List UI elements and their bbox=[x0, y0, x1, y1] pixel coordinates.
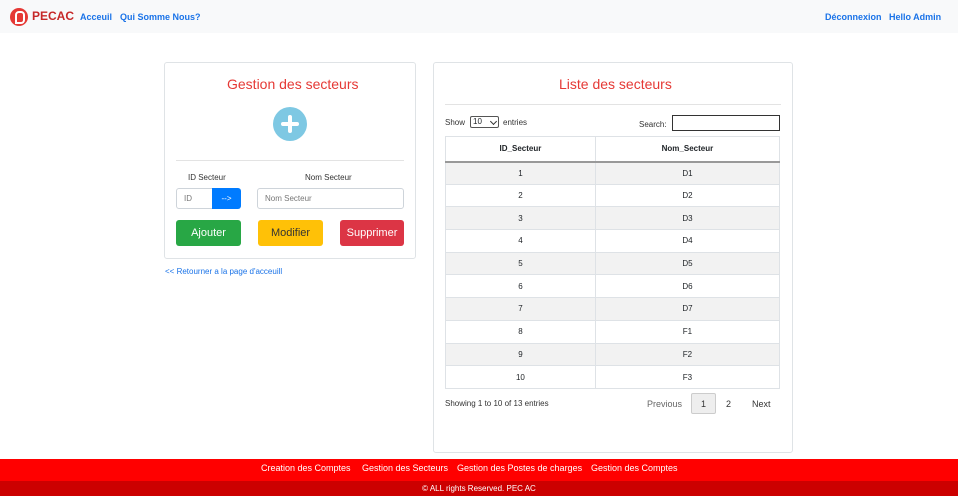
nom-secteur-label: Nom Secteur bbox=[305, 173, 352, 182]
cell-id: 8 bbox=[445, 319, 596, 343]
search-label: Search: bbox=[639, 120, 667, 129]
cell-name: D6 bbox=[594, 274, 781, 298]
cell-name: D5 bbox=[594, 251, 781, 275]
cell-id: 2 bbox=[445, 183, 596, 207]
entries-select-value: 10 bbox=[473, 117, 482, 126]
cell-id: 9 bbox=[445, 342, 596, 366]
footer: Creation des Comptes Gestion des Secteur… bbox=[0, 459, 958, 496]
delete-button[interactable]: Supprimer bbox=[340, 220, 404, 246]
cell-name: D4 bbox=[594, 229, 781, 253]
cell-name: D2 bbox=[594, 183, 781, 207]
cell-name: F2 bbox=[594, 342, 781, 366]
id-lookup-button[interactable]: --> bbox=[212, 188, 241, 209]
list-divider bbox=[445, 104, 781, 105]
footer-link-gestion-secteurs[interactable]: Gestion des Secteurs bbox=[362, 463, 448, 473]
nom-secteur-input[interactable]: Nom Secteur bbox=[257, 188, 404, 209]
cell-id: 4 bbox=[445, 229, 596, 253]
cell-name: F1 bbox=[594, 319, 781, 343]
form-card-title: Gestion des secteurs bbox=[227, 76, 359, 92]
logout-link[interactable]: Déconnexion bbox=[825, 12, 882, 22]
table-row[interactable]: 3 D3 bbox=[445, 206, 781, 230]
logo-icon bbox=[10, 8, 28, 26]
table-row[interactable]: 10 F3 bbox=[445, 365, 781, 389]
cell-id: 1 bbox=[445, 161, 596, 185]
cell-id: 3 bbox=[445, 206, 596, 230]
table-row[interactable]: 4 D4 bbox=[445, 229, 781, 253]
id-secteur-input[interactable]: ID bbox=[176, 188, 214, 209]
form-divider bbox=[176, 160, 404, 161]
plus-circle-icon[interactable] bbox=[273, 107, 307, 141]
user-greeting[interactable]: Hello Admin bbox=[889, 12, 941, 22]
brand-name[interactable]: PECAC bbox=[32, 9, 74, 23]
table-row[interactable]: 6 D6 bbox=[445, 274, 781, 298]
cell-id: 5 bbox=[445, 251, 596, 275]
table-row[interactable]: 9 F2 bbox=[445, 342, 781, 366]
cell-id: 6 bbox=[445, 274, 596, 298]
pagination-previous[interactable]: Previous bbox=[647, 399, 682, 409]
sectors-table: ID_Secteur Nom_Secteur 1 D1 2 D2 3 D3 4 D4 5… bbox=[445, 136, 781, 389]
table-row[interactable]: 1 D1 bbox=[445, 161, 781, 185]
table-row[interactable]: 2 D2 bbox=[445, 183, 781, 207]
back-to-home-link[interactable]: << Retourner a la page d'acceuill bbox=[165, 267, 282, 276]
cell-id: 7 bbox=[445, 297, 596, 321]
footer-links-bar: Creation des Comptes Gestion des Secteur… bbox=[0, 459, 958, 481]
entries-select[interactable]: 10 bbox=[470, 116, 499, 128]
copyright-text: © ALL rights Reserved. PEC AC bbox=[422, 484, 536, 493]
add-button[interactable]: Ajouter bbox=[176, 220, 241, 246]
footer-link-creation-comptes[interactable]: Creation des Comptes bbox=[261, 463, 351, 473]
cell-name: D3 bbox=[594, 206, 781, 230]
table-row[interactable]: 5 D5 bbox=[445, 251, 781, 275]
show-label: Show bbox=[445, 118, 466, 127]
list-card-title: Liste des secteurs bbox=[559, 76, 672, 92]
entries-label: entries bbox=[503, 118, 528, 127]
footer-copyright-bar: © ALL rights Reserved. PEC AC bbox=[0, 481, 958, 496]
table-info: Showing 1 to 10 of 13 entries bbox=[445, 399, 549, 408]
navbar: PECAC Acceuil Qui Somme Nous? Déconnexio… bbox=[0, 0, 958, 33]
table-row[interactable]: 7 D7 bbox=[445, 297, 781, 321]
id-secteur-label: ID Secteur bbox=[188, 173, 226, 182]
table-row[interactable]: 8 F1 bbox=[445, 319, 781, 343]
cell-name: F3 bbox=[594, 365, 781, 389]
nav-link-acceuil[interactable]: Acceuil bbox=[80, 12, 112, 22]
chevron-down-icon bbox=[489, 117, 498, 126]
cell-name: D1 bbox=[594, 161, 781, 185]
cell-name: D7 bbox=[594, 297, 781, 321]
footer-link-gestion-comptes[interactable]: Gestion des Comptes bbox=[591, 463, 678, 473]
column-header-name[interactable]: Nom_Secteur bbox=[594, 136, 781, 163]
search-input[interactable] bbox=[672, 115, 780, 131]
cell-id: 10 bbox=[445, 365, 596, 389]
pagination-page-1[interactable]: 1 bbox=[691, 393, 716, 414]
pagination-next[interactable]: Next bbox=[752, 399, 771, 409]
column-header-id[interactable]: ID_Secteur bbox=[445, 136, 596, 163]
pagination-page-2[interactable]: 2 bbox=[726, 399, 731, 409]
edit-button[interactable]: Modifier bbox=[258, 220, 323, 246]
footer-link-gestion-postes[interactable]: Gestion des Postes de charges bbox=[457, 463, 582, 473]
nav-link-qui-somme-nous[interactable]: Qui Somme Nous? bbox=[120, 12, 201, 22]
